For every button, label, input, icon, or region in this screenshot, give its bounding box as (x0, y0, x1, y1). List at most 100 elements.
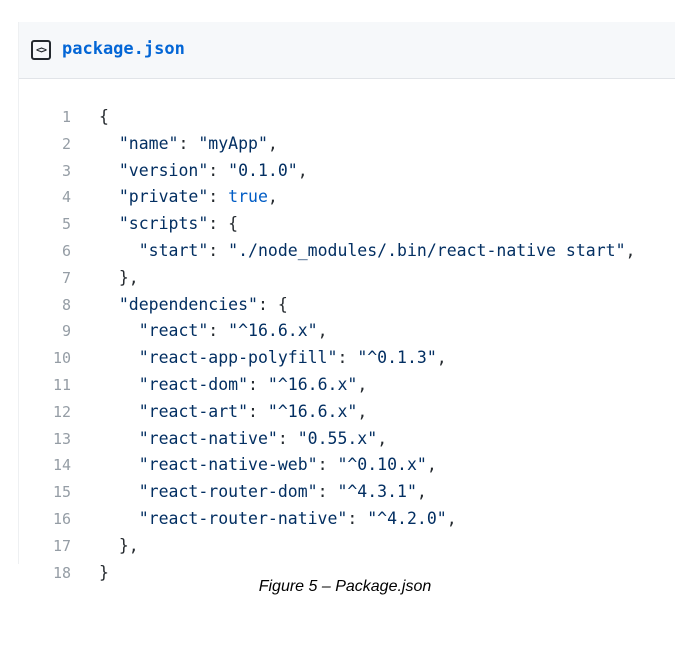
punctuation-token: , (267, 187, 278, 207)
code-line: 8 "dependencies": { (19, 292, 675, 319)
punctuation-token: : (208, 160, 229, 180)
code-line: 14 "react-native-web": "^0.10.x", (19, 452, 675, 479)
code-line: 3 "version": "0.1.0", (19, 158, 675, 185)
string-token: "0.55.x" (297, 428, 378, 448)
line-source: { (99, 104, 109, 131)
line-source: }, (99, 533, 139, 560)
code-line: 1{ (19, 104, 675, 131)
punctuation-token: , (416, 482, 427, 502)
string-token: "scripts" (118, 214, 209, 234)
code-line: 17 }, (19, 533, 675, 560)
string-token: "^16.6.x" (228, 321, 318, 341)
line-source: "react-router-native": "^4.2.0", (99, 506, 457, 533)
punctuation-token: , (317, 321, 328, 341)
string-token: "^4.3.1" (337, 482, 417, 502)
line-number: 2 (61, 134, 71, 153)
punctuation-token: , (267, 133, 278, 153)
string-token: "react" (138, 321, 209, 341)
line-source: "version": "0.1.0", (99, 158, 308, 185)
line-source: "react-native": "0.55.x", (99, 426, 387, 453)
punctuation-token: : (178, 133, 199, 153)
code-listing: 1{2 "name": "myApp", 3 "version": "0.1.0"… (19, 104, 675, 586)
string-token: "react-app-polyfill" (138, 348, 338, 368)
code-line: 6 "start": "./node_modules/.bin/react-na… (19, 238, 675, 265)
code-file-icon: <> (31, 40, 51, 60)
line-number: 14 (52, 456, 71, 475)
line-source: }, (99, 265, 139, 292)
line-number: 17 (52, 536, 71, 555)
string-token: "0.1.0" (228, 160, 298, 180)
line-number: 10 (52, 349, 71, 368)
string-token: "dependencies" (118, 294, 258, 314)
code-file-panel: <> package.json 1{2 "name": "myApp", 3 "v… (18, 22, 675, 582)
punctuation-token: : (208, 321, 229, 341)
file-header: <> package.json (19, 22, 675, 79)
code-line: 2 "name": "myApp", (19, 131, 675, 158)
code-line: 10 "react-app-polyfill": "^0.1.3", (19, 345, 675, 372)
line-source: "private": true, (99, 184, 278, 211)
keyword-token: true (228, 187, 268, 207)
line-number: 1 (61, 108, 71, 126)
punctuation-token: , (625, 240, 636, 260)
line-source: "react-dom": "^16.6.x", (99, 372, 368, 399)
punctuation-token: : (277, 428, 298, 448)
punctuation-token: : { (257, 294, 288, 314)
punctuation-token: : (317, 482, 338, 502)
line-number: 11 (52, 375, 71, 394)
code-line: 9 "react": "^16.6.x", (19, 318, 675, 345)
line-number: 16 (52, 509, 71, 528)
punctuation-token: , (297, 160, 308, 180)
string-token: "^0.1.3" (357, 348, 437, 368)
line-source: "react-router-dom": "^4.3.1", (99, 479, 427, 506)
punctuation-token: : (317, 455, 338, 475)
code-line: 13 "react-native": "0.55.x", (19, 426, 675, 453)
line-source: "react-art": "^16.6.x", (99, 399, 368, 426)
string-token: "react-native-web" (138, 455, 318, 475)
string-token: "react-router-dom" (138, 482, 318, 502)
line-number: 4 (61, 188, 71, 207)
line-number: 7 (61, 268, 71, 287)
punctuation-token: , (357, 374, 368, 394)
line-source: "react-app-polyfill": "^0.1.3", (99, 345, 447, 372)
string-token: "name" (118, 133, 179, 153)
string-token: "react-art" (138, 401, 249, 421)
line-source: "start": "./node_modules/.bin/react-nati… (99, 238, 636, 265)
string-token: "start" (138, 240, 209, 260)
punctuation-token: { (99, 107, 109, 126)
code-line: 4 "private": true, (19, 184, 675, 211)
string-token: "react-dom" (138, 374, 249, 394)
code-line: 5 "scripts": { (19, 211, 675, 238)
line-number: 13 (52, 429, 71, 448)
punctuation-token: , (436, 348, 447, 368)
line-number: 6 (61, 241, 71, 260)
code-line: 11 "react-dom": "^16.6.x", (19, 372, 675, 399)
line-number: 9 (61, 322, 71, 341)
code-line: 7 }, (19, 265, 675, 292)
punctuation-token: }, (118, 267, 139, 287)
line-number: 8 (61, 295, 71, 314)
string-token: "private" (118, 187, 209, 207)
punctuation-token: }, (118, 535, 139, 555)
punctuation-token: , (377, 428, 388, 448)
punctuation-token: : (248, 401, 268, 421)
line-source: "react": "^16.6.x", (99, 318, 328, 345)
punctuation-token: : (208, 187, 229, 207)
punctuation-token: : (337, 348, 358, 368)
string-token: "^16.6.x" (267, 401, 358, 421)
file-name-link[interactable]: package.json (62, 39, 185, 59)
code-line: 12 "react-art": "^16.6.x", (19, 399, 675, 426)
line-number: 3 (61, 161, 71, 180)
string-token: "react-router-native" (138, 508, 348, 528)
code-line: 16 "react-router-native": "^4.2.0", (19, 506, 675, 533)
line-source: "name": "myApp", (99, 131, 278, 158)
punctuation-token: : (347, 508, 368, 528)
line-number: 12 (52, 402, 71, 421)
line-source: "scripts": { (99, 211, 238, 238)
punctuation-token: : { (208, 214, 239, 234)
code-line: 15 "react-router-dom": "^4.3.1", (19, 479, 675, 506)
punctuation-token: : (208, 240, 229, 260)
line-number: 15 (52, 483, 71, 502)
line-source: "dependencies": { (99, 292, 288, 319)
punctuation-token: , (357, 401, 368, 421)
string-token: "^16.6.x" (267, 374, 358, 394)
